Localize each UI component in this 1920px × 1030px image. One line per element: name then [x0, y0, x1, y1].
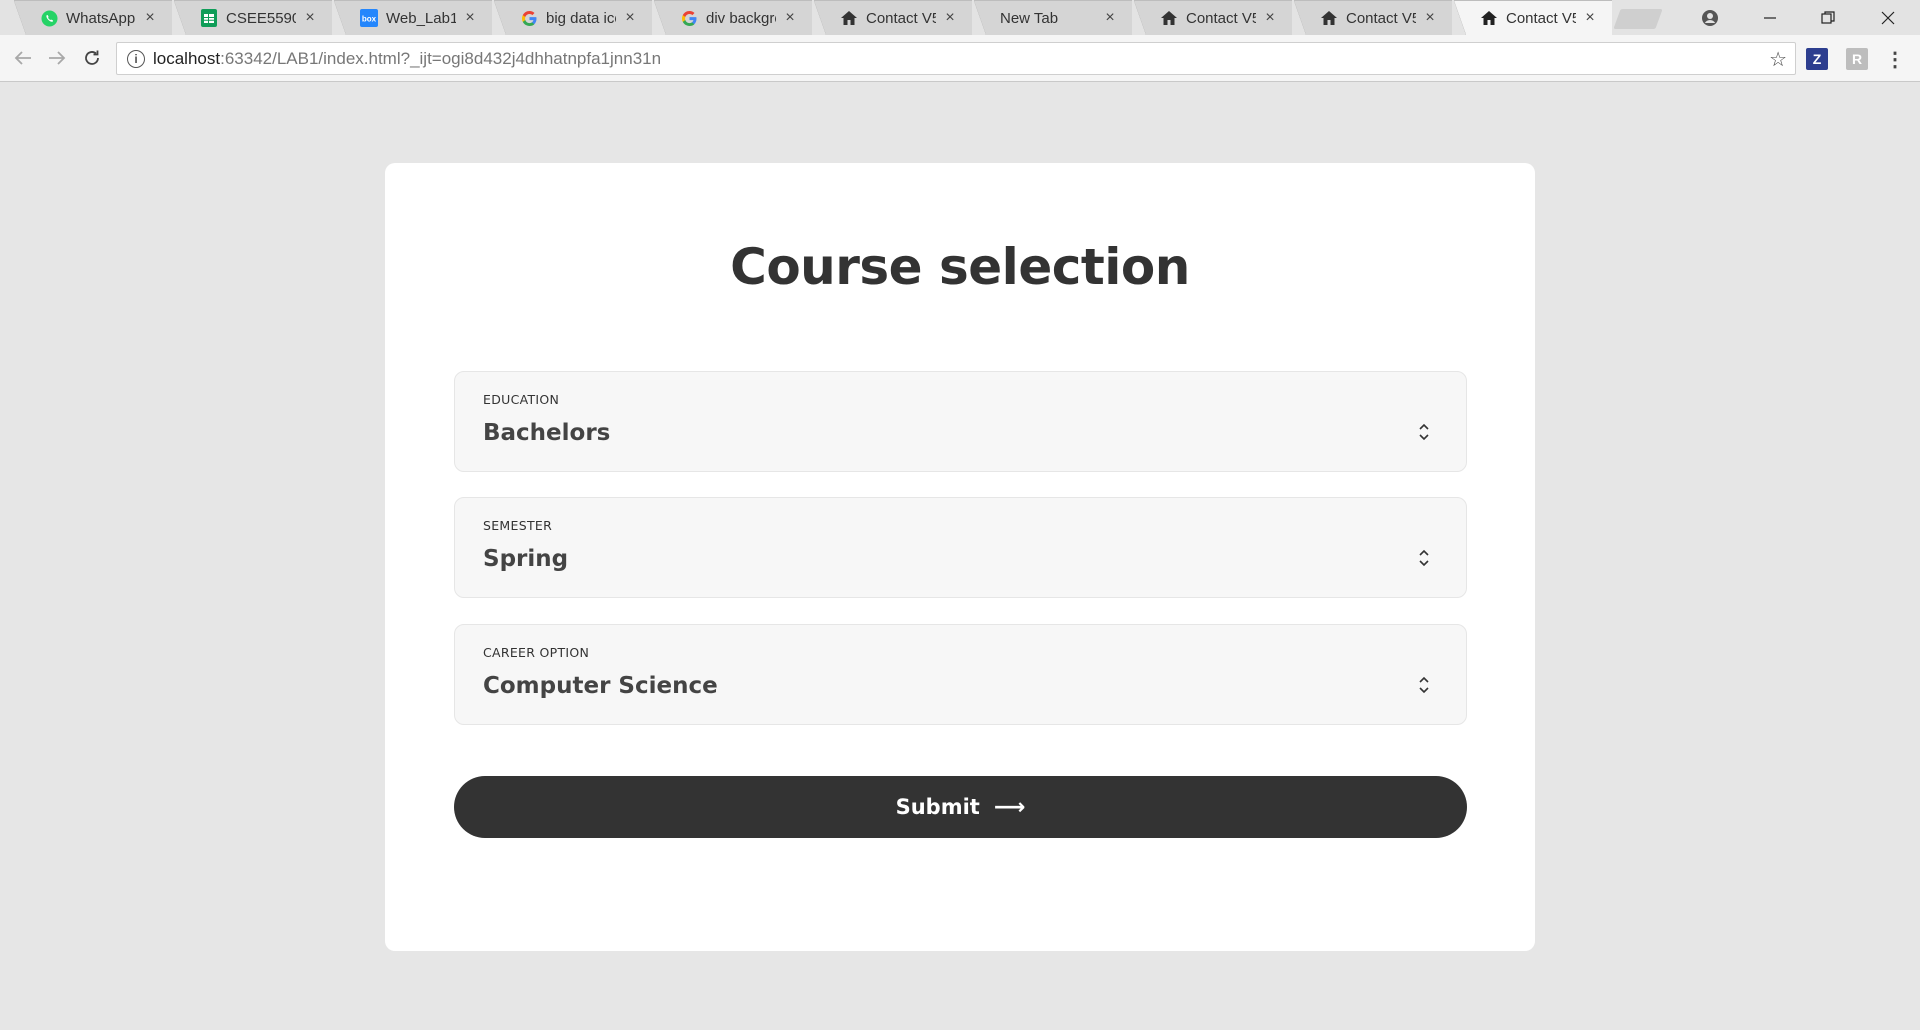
close-icon[interactable]: × — [1582, 9, 1598, 27]
extension-label: R — [1851, 51, 1863, 67]
google-icon — [680, 9, 698, 27]
close-icon[interactable]: × — [1262, 9, 1278, 27]
submit-button[interactable]: Submit ⟶ — [454, 776, 1467, 838]
minimize-icon[interactable] — [1742, 0, 1798, 35]
info-icon[interactable]: i — [127, 49, 145, 68]
browser-tabstrip: WhatsApp × CSEE5590/49 × box Web_Lab1.do… — [0, 0, 1920, 35]
tab-title: CSEE5590/49 — [226, 9, 296, 27]
tab-google-search[interactable]: big data icon × — [494, 0, 652, 35]
chevron-up-down-icon — [1419, 549, 1429, 567]
close-icon[interactable]: × — [142, 9, 158, 27]
tab-title: Contact V5 — [866, 9, 936, 27]
chevron-up-down-icon — [1419, 423, 1429, 441]
tab-whatsapp[interactable]: WhatsApp × — [14, 0, 172, 35]
tab-contact-1[interactable]: Contact V5 × — [814, 0, 972, 35]
semester-value: Spring — [483, 546, 569, 572]
restore-icon[interactable] — [1800, 0, 1856, 35]
reload-icon[interactable] — [79, 45, 105, 71]
home-icon — [1160, 9, 1178, 27]
close-icon[interactable]: × — [622, 9, 638, 27]
course-selection-card: Course selection EDUCATION Bachelors SEM… — [385, 163, 1535, 951]
tab-new[interactable]: New Tab × — [974, 0, 1132, 35]
home-icon — [1320, 9, 1338, 27]
whatsapp-icon — [40, 9, 58, 27]
close-window-icon[interactable] — [1860, 0, 1916, 35]
zotero-extension-icon[interactable]: Z — [1806, 48, 1828, 70]
tab-title: div backgrou — [706, 9, 776, 27]
tab-contact-3[interactable]: Contact V5 × — [1294, 0, 1452, 35]
home-icon — [1480, 9, 1498, 27]
address-bar[interactable]: i localhost:63342/LAB1/index.html?_ijt=o… — [116, 42, 1796, 75]
tab-contact-2[interactable]: Contact V5 × — [1134, 0, 1292, 35]
tab-contact-active[interactable]: Contact V5 × — [1454, 0, 1612, 35]
forward-arrow-icon[interactable] — [44, 45, 70, 71]
close-icon[interactable]: × — [782, 9, 798, 27]
close-icon[interactable]: × — [942, 9, 958, 27]
tab-title: big data icon — [546, 9, 616, 27]
back-arrow-icon[interactable] — [10, 45, 36, 71]
new-tab-button[interactable] — [1613, 9, 1663, 29]
education-label: EDUCATION — [483, 392, 560, 407]
page-title: Course selection — [730, 238, 1190, 296]
semester-select[interactable]: SEMESTER Spring — [454, 497, 1467, 598]
arrow-right-icon: ⟶ — [993, 794, 1026, 820]
close-icon[interactable]: × — [302, 9, 318, 27]
tab-google-div[interactable]: div backgrou × — [654, 0, 812, 35]
close-icon[interactable]: × — [462, 9, 478, 27]
home-icon — [840, 9, 858, 27]
svg-text:box: box — [362, 15, 377, 24]
tab-title: New Tab — [1000, 9, 1059, 27]
url-path: :63342/LAB1/index.html?_ijt=ogi8d432j4dh… — [220, 48, 662, 68]
education-value: Bachelors — [483, 420, 611, 446]
tab-box[interactable]: box Web_Lab1.do × — [334, 0, 492, 35]
bookmark-star-icon[interactable]: ☆ — [1769, 47, 1787, 72]
google-icon — [520, 9, 538, 27]
tab-title: Contact V5 — [1346, 9, 1416, 27]
extension-icon[interactable]: R — [1846, 48, 1868, 70]
submit-label: Submit — [895, 795, 980, 819]
tab-title: Web_Lab1.do — [386, 9, 456, 27]
sheets-icon — [200, 9, 218, 27]
chevron-up-down-icon — [1419, 676, 1429, 694]
tab-title: WhatsApp — [66, 9, 136, 27]
tab-title: Contact V5 — [1506, 9, 1576, 27]
education-select[interactable]: EDUCATION Bachelors — [454, 371, 1467, 472]
url-host: localhost — [153, 48, 221, 68]
close-icon[interactable]: × — [1102, 9, 1118, 27]
career-option-select[interactable]: CAREER OPTION Computer Science — [454, 624, 1467, 725]
menu-kebab-icon[interactable]: ⋮ — [1884, 48, 1906, 71]
profile-icon[interactable] — [1682, 0, 1738, 35]
career-option-label: CAREER OPTION — [483, 645, 590, 660]
tab-title: Contact V5 — [1186, 9, 1256, 27]
semester-label: SEMESTER — [483, 518, 553, 533]
browser-toolbar: i localhost:63342/LAB1/index.html?_ijt=o… — [0, 35, 1920, 82]
close-icon[interactable]: × — [1422, 9, 1438, 27]
extension-label: Z — [1812, 51, 1822, 67]
career-option-value: Computer Science — [483, 673, 718, 699]
box-icon: box — [360, 9, 378, 27]
tab-sheet[interactable]: CSEE5590/49 × — [174, 0, 332, 35]
